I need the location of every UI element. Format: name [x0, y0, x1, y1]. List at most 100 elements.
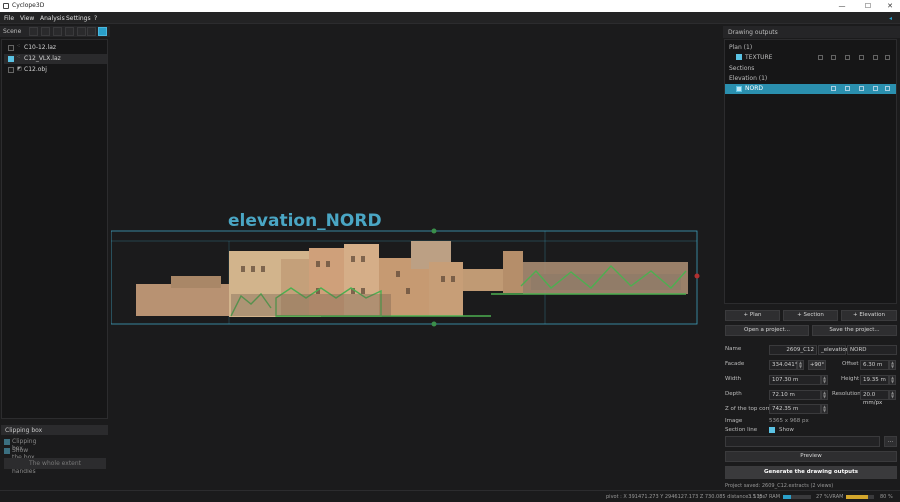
copy-icon[interactable]: [873, 55, 878, 60]
open-project-button[interactable]: Open a project...: [725, 325, 809, 336]
grid-icon[interactable]: [831, 55, 836, 60]
height-field[interactable]: 19.35 m: [860, 375, 889, 385]
scene-title: Scene: [3, 28, 22, 35]
layers-tool-icon[interactable]: [77, 27, 86, 36]
minimize-button[interactable]: —: [835, 1, 849, 11]
settings-icon[interactable]: [845, 86, 850, 91]
drawing-outputs-list: Plan (1) TEXTURE Sections Elevation (1) …: [724, 39, 897, 304]
status-bar: Project saved: 2609_C12.extracts (2 view…: [0, 483, 900, 502]
browse-button[interactable]: ...: [884, 436, 897, 447]
scene-item-label: C12_VLX.laz: [24, 55, 61, 62]
generate-button[interactable]: Generate the drawing outputs: [725, 466, 897, 479]
name-prefix-field[interactable]: 2609_C12: [769, 345, 817, 355]
name-label: Name: [725, 346, 742, 352]
scene-item-label: C12.obj: [24, 66, 47, 73]
depth-field[interactable]: 72.10 m: [769, 390, 821, 400]
points-tool-icon[interactable]: [41, 27, 50, 36]
side-handle[interactable]: [694, 273, 700, 279]
mesh-icon: ◩: [17, 66, 22, 72]
fps-readout: 3.5 fps: [748, 494, 766, 500]
width-spinner[interactable]: ▲ ▼: [821, 375, 828, 385]
resolution-field[interactable]: 20.0 mm/px: [860, 390, 889, 406]
title-bar: Cyclope3D — ☐ ✕: [0, 0, 900, 12]
house-tool-icon[interactable]: [53, 27, 62, 36]
ztop-field[interactable]: 742.35 m: [769, 404, 821, 414]
whole-extent-button[interactable]: The whole extent: [4, 458, 106, 469]
drawing-outputs-title: Drawing outputs: [728, 29, 778, 36]
menu-help[interactable]: ?: [94, 15, 97, 22]
layers-icon[interactable]: [859, 86, 864, 91]
texture-checkbox[interactable]: [736, 54, 742, 60]
visibility-checkbox[interactable]: [8, 67, 14, 73]
depth-label: Depth: [725, 391, 742, 397]
building-facade: [136, 241, 688, 317]
clipping-box-header: Clipping box: [1, 425, 108, 435]
facade-field[interactable]: 334.041°: [769, 360, 798, 370]
copy-icon[interactable]: [873, 86, 878, 91]
view-icon[interactable]: [818, 55, 823, 60]
menu-analysis[interactable]: Analysis: [40, 15, 65, 22]
menu-settings[interactable]: Settings: [66, 15, 91, 22]
delete-icon[interactable]: [885, 86, 890, 91]
scene-item-c12-obj[interactable]: ◩ C12.obj: [4, 65, 107, 75]
elevation-group[interactable]: Elevation (1): [725, 74, 896, 83]
point-cloud-icon: ⁖: [17, 55, 20, 61]
visibility-checkbox[interactable]: [8, 56, 14, 62]
elevation-item-nord[interactable]: NORD: [725, 84, 896, 94]
height-spinner[interactable]: ▲ ▼: [889, 375, 896, 385]
resolution-label: Resolution: [832, 391, 861, 397]
ram-bar: [783, 495, 811, 499]
scene-item-label: C10-12.laz: [24, 44, 57, 51]
plan-item-texture[interactable]: TEXTURE: [725, 53, 896, 62]
sections-group[interactable]: Sections: [725, 64, 896, 73]
offset-spinner[interactable]: ▲ ▼: [889, 360, 896, 370]
person-tool-icon[interactable]: [65, 27, 74, 36]
name-type-field[interactable]: _elevation_: [818, 345, 852, 355]
width-field[interactable]: 107.30 m: [769, 375, 821, 385]
settings-icon[interactable]: [845, 55, 850, 60]
plan-group-label: Plan (1): [729, 44, 753, 51]
show-handles-checkbox[interactable]: [4, 448, 10, 454]
facade-spinner[interactable]: ▲ ▼: [797, 360, 804, 370]
add-elevation-button[interactable]: + Elevation: [841, 310, 897, 321]
elevation-group-label: Elevation (1): [729, 75, 768, 82]
top-handle[interactable]: [431, 228, 437, 234]
section-tool-icon[interactable]: [98, 27, 107, 36]
ztop-spinner[interactable]: ▲ ▼: [821, 404, 828, 414]
delete-icon[interactable]: [885, 55, 890, 60]
preview-button[interactable]: Preview: [725, 451, 897, 462]
menu-file[interactable]: File: [4, 15, 14, 22]
resolution-spinner[interactable]: ▲ ▼: [889, 390, 896, 400]
visibility-checkbox[interactable]: [8, 45, 14, 51]
layers-icon[interactable]: [859, 55, 864, 60]
vram-bar: [846, 495, 874, 499]
rotate-90-button[interactable]: +90°: [808, 360, 826, 370]
settings-tool-icon[interactable]: [29, 27, 38, 36]
grid-tool-icon[interactable]: [87, 27, 96, 36]
plan-group[interactable]: Plan (1): [725, 43, 896, 52]
height-label: Height: [841, 376, 860, 382]
nord-checkbox[interactable]: [736, 86, 742, 92]
grid-icon[interactable]: [831, 86, 836, 91]
menu-bar: File View Analysis Settings ? ◂: [0, 12, 900, 24]
section-line-label: Section line: [725, 427, 758, 433]
collapse-panel-icon[interactable]: ◂: [889, 15, 892, 22]
plan-item-label: TEXTURE: [745, 54, 773, 61]
close-button[interactable]: ✕: [883, 1, 897, 11]
bottom-handle[interactable]: [431, 321, 437, 327]
add-plan-button[interactable]: + Plan: [725, 310, 780, 321]
depth-spinner[interactable]: ▲ ▼: [821, 390, 828, 400]
scene-item-c10-12[interactable]: ⁖ C10-12.laz: [4, 43, 107, 53]
maximize-button[interactable]: ☐: [861, 1, 875, 11]
facade-label: Facade: [725, 361, 745, 367]
scene-item-c12-vlx[interactable]: ⁖ C12_VLX.laz: [4, 54, 107, 64]
save-project-button[interactable]: Save the project...: [812, 325, 897, 336]
clipping-box-checkbox[interactable]: [4, 439, 10, 445]
output-path-field[interactable]: [725, 436, 880, 447]
menu-view[interactable]: View: [20, 15, 34, 22]
pivot-readout: pivot : X 391471.273 Y 2946127.173 Z 730…: [606, 494, 768, 500]
add-section-button[interactable]: + Section: [783, 310, 838, 321]
name-suffix-field[interactable]: NORD: [847, 345, 897, 355]
offset-field[interactable]: 6.30 m: [860, 360, 889, 370]
section-line-checkbox[interactable]: [769, 427, 775, 433]
